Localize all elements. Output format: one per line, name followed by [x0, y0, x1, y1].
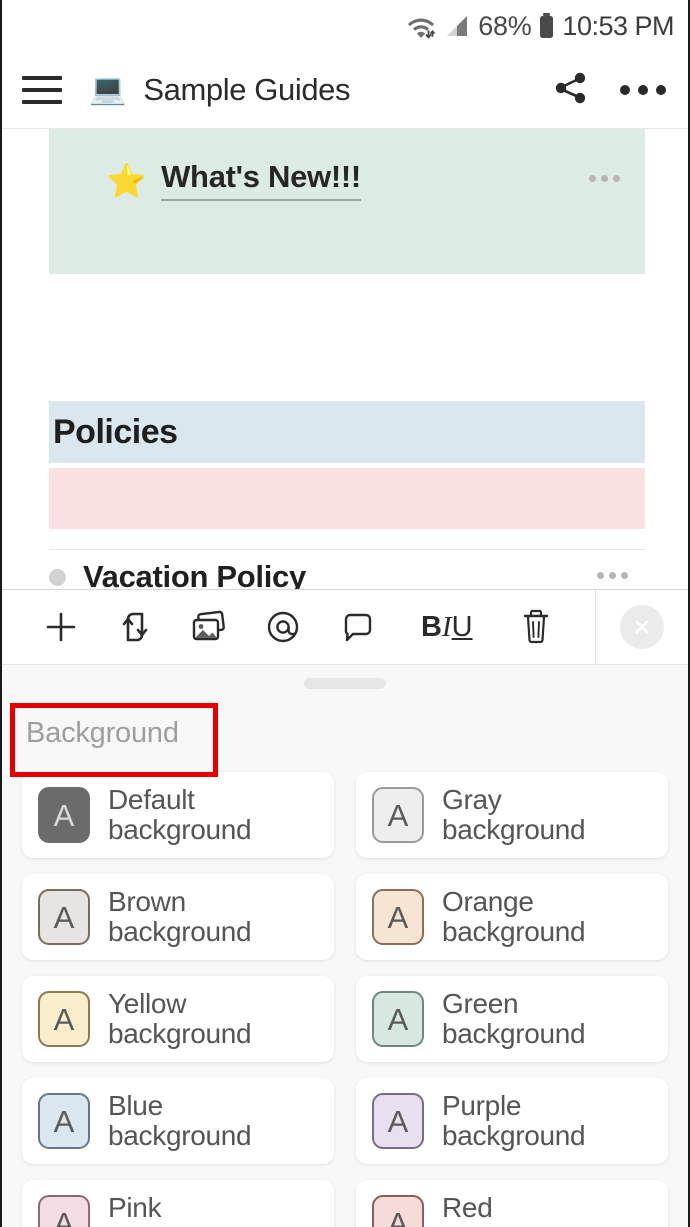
at-mention-icon[interactable] — [256, 600, 310, 654]
option-name: Purple — [442, 1089, 522, 1121]
document-content: ⭐ What's New!!! Policies Vacation Policy — [2, 129, 688, 589]
bold-italic-underline-icon[interactable]: BIU — [405, 600, 489, 654]
bold-glyph: B — [420, 610, 442, 643]
option-name: Red — [442, 1191, 493, 1223]
color-swatch-icon: A — [38, 991, 90, 1047]
more-options-icon[interactable] — [620, 85, 666, 95]
option-suffix: background — [108, 1120, 252, 1151]
app-bar: 💻 Sample Guides — [2, 52, 688, 129]
background-option-green[interactable]: A Green background — [356, 976, 668, 1062]
option-suffix: background — [442, 814, 586, 845]
option-name: Pink — [108, 1191, 162, 1223]
option-name: Blue — [108, 1089, 163, 1121]
background-option-label: Yellow background — [108, 987, 252, 1049]
background-option-label: Brown background — [108, 885, 252, 947]
option-name: Yellow — [108, 987, 187, 1019]
section-label-area: Background — [2, 701, 688, 777]
close-icon[interactable] — [620, 605, 664, 649]
option-suffix: background — [108, 814, 252, 845]
background-option-label: Redbackground — [442, 1191, 586, 1227]
background-option-pink[interactable]: A Pinkbackground — [22, 1180, 334, 1227]
color-swatch-icon: A — [38, 787, 90, 843]
list-item[interactable]: ⭐ What's New!!! — [106, 159, 361, 201]
background-option-label: Purple background — [442, 1089, 586, 1151]
background-option-label: Blue background — [108, 1089, 252, 1151]
hamburger-menu-icon[interactable] — [22, 76, 62, 104]
list-item-label: Vacation Policy — [83, 559, 306, 589]
content-divider — [49, 549, 645, 550]
section-heading: Policies — [53, 412, 178, 451]
pink-empty-block[interactable] — [49, 468, 645, 529]
color-swatch-icon: A — [372, 889, 424, 945]
option-name: Green — [442, 987, 519, 1019]
background-section-label: Background — [26, 717, 179, 749]
background-option-label: Gray background — [442, 783, 586, 845]
background-option-purple[interactable]: A Purple background — [356, 1078, 668, 1164]
option-name: Default — [108, 783, 195, 815]
background-option-yellow[interactable]: A Yellow background — [22, 976, 334, 1062]
option-suffix: background — [442, 1018, 586, 1049]
editor-toolbar: BIU — [2, 589, 688, 665]
close-button-area — [596, 605, 688, 649]
color-swatch-icon: A — [372, 1195, 424, 1227]
list-item[interactable]: Vacation Policy — [49, 559, 645, 589]
sheet-grabber-area[interactable] — [2, 665, 688, 701]
drag-handle[interactable] — [304, 677, 386, 689]
move-arrows-icon[interactable] — [108, 600, 162, 654]
option-suffix: background — [442, 1222, 586, 1227]
option-suffix: background — [108, 1222, 252, 1227]
underline-glyph: U — [451, 610, 473, 643]
option-suffix: background — [442, 1120, 586, 1151]
battery-icon — [538, 12, 555, 40]
option-suffix: background — [108, 916, 252, 947]
page-title: Sample Guides — [143, 72, 351, 107]
list-item-label: What's New!!! — [161, 159, 361, 201]
cellular-signal-icon — [443, 13, 471, 39]
background-option-label: Green background — [442, 987, 586, 1049]
green-highlighted-block: ⭐ What's New!!! — [49, 129, 645, 274]
color-swatch-icon: A — [372, 991, 424, 1047]
laptop-icon: 💻 — [89, 73, 127, 106]
color-swatch-icon: A — [372, 787, 424, 843]
option-name: Brown — [108, 885, 186, 917]
background-color-sheet: Background A Default background A Gray backgr… — [2, 665, 688, 1227]
color-swatch-icon: A — [38, 1093, 90, 1149]
background-option-brown[interactable]: A Brown background — [22, 874, 334, 960]
option-name: Gray — [442, 783, 502, 815]
color-swatch-icon: A — [372, 1093, 424, 1149]
option-name: Orange — [442, 885, 534, 917]
comment-bubble-icon[interactable] — [331, 600, 385, 654]
background-option-label: Default background — [108, 783, 252, 845]
star-icon: ⭐ — [106, 161, 148, 199]
plus-icon[interactable] — [34, 600, 88, 654]
background-option-label: Pinkbackground — [108, 1191, 252, 1227]
row-options-icon[interactable] — [589, 175, 620, 182]
status-bar: 68% 10:53 PM — [2, 0, 688, 52]
trash-icon[interactable] — [509, 600, 563, 654]
background-option-default[interactable]: A Default background — [22, 772, 334, 858]
italic-glyph: I — [441, 610, 452, 643]
image-icon[interactable] — [182, 600, 236, 654]
color-swatch-icon: A — [38, 1195, 90, 1227]
background-option-label: Orange background — [442, 885, 586, 947]
bullet-icon — [49, 568, 66, 586]
clock-time: 10:53 PM — [562, 10, 674, 41]
phone-screen: 68% 10:53 PM 💻 Sample Guides ⭐ What's Ne… — [0, 0, 690, 1227]
wifi-icon — [406, 12, 436, 40]
option-suffix: background — [442, 916, 586, 947]
row-options-icon[interactable] — [597, 572, 628, 579]
option-suffix: background — [108, 1018, 252, 1049]
color-swatch-icon: A — [38, 889, 90, 945]
battery-percent: 68% — [478, 10, 532, 41]
background-option-orange[interactable]: A Orange background — [356, 874, 668, 960]
background-option-red[interactable]: A Redbackground — [356, 1180, 668, 1227]
background-option-blue[interactable]: A Blue background — [22, 1078, 334, 1164]
policies-heading-block: Policies — [49, 401, 645, 463]
toolbar-items: BIU — [2, 590, 595, 664]
share-icon[interactable] — [554, 71, 588, 110]
background-options-grid: A Default background A Gray background A Brown b… — [2, 764, 688, 1227]
background-option-gray[interactable]: A Gray background — [356, 772, 668, 858]
format-text-label: BIU — [421, 611, 473, 644]
